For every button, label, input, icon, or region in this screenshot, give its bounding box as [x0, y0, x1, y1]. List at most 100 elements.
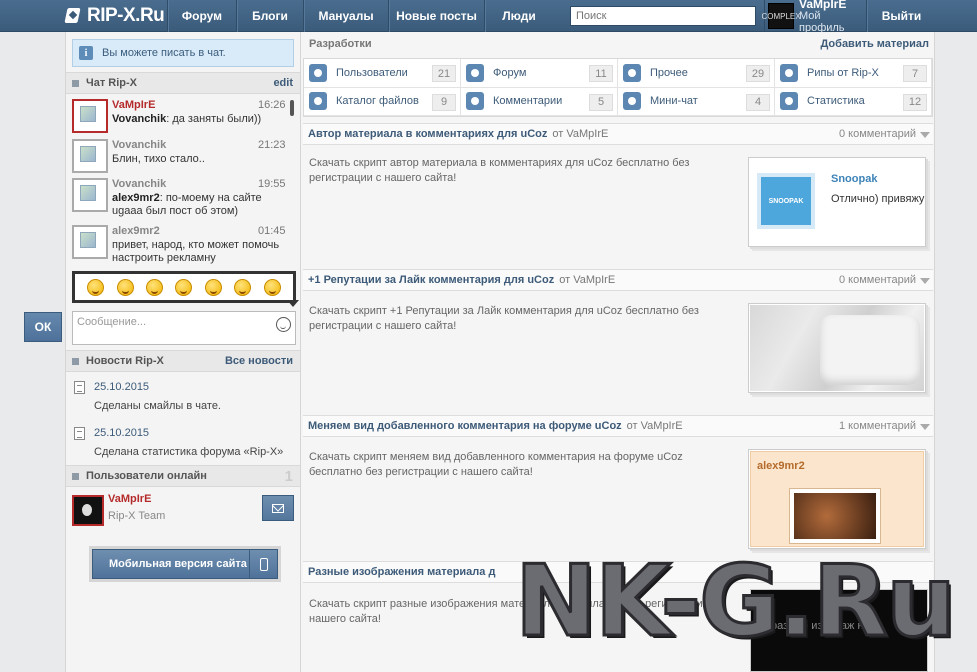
- main-nav: Форум Блоги Мануалы Новые посты Люди: [167, 0, 553, 32]
- category-users[interactable]: Пользователи 21: [304, 59, 461, 88]
- post-title[interactable]: Разные изображения материала д: [308, 566, 495, 578]
- category-minichat[interactable]: Мини-чат 4: [618, 87, 775, 116]
- smile-icon[interactable]: [263, 278, 281, 296]
- chevron-down-icon[interactable]: [920, 278, 930, 284]
- category-stats[interactable]: Статистика 12: [775, 87, 932, 116]
- top-bar: RIP-X.Ru Форум Блоги Мануалы Новые посты…: [0, 0, 977, 34]
- mobile-version-button[interactable]: Мобильная версия сайта: [92, 549, 278, 579]
- document-icon: [74, 381, 85, 394]
- notice-text: Вы можете писать в чат.: [102, 47, 226, 59]
- category-label: Рипы от Rip-X: [807, 66, 879, 79]
- preview-image: [789, 488, 881, 544]
- all-news-link[interactable]: Все новости: [225, 355, 293, 367]
- news-date[interactable]: 25.10.2015: [94, 427, 149, 439]
- nav-blogs[interactable]: Блоги: [236, 0, 303, 32]
- category-files[interactable]: Каталог файлов 9: [304, 87, 461, 116]
- category-count: 11: [589, 65, 613, 82]
- document-icon: [74, 427, 85, 440]
- gear-icon: [780, 63, 798, 82]
- avatar[interactable]: [72, 178, 108, 212]
- category-comments[interactable]: Комментарии 5: [461, 87, 618, 116]
- post-header: Автор материала в комментариях для uCoz …: [303, 123, 933, 145]
- add-material-link[interactable]: Добавить материал: [820, 38, 929, 50]
- category-label: Прочее: [650, 66, 688, 79]
- nav-new-posts[interactable]: Новые посты: [388, 0, 484, 32]
- chat-scrollbar[interactable]: [290, 100, 294, 116]
- category-rips[interactable]: Рипы от Rip-X 7: [775, 59, 932, 88]
- chat-message: Vovanchik 21:23 Блин, тихо стало..: [72, 139, 286, 179]
- post-title[interactable]: Меняем вид добавленного комментария на ф…: [308, 420, 622, 432]
- post-author: от VaMpIrE: [552, 128, 609, 140]
- post-body: Скачать скрипт меняем вид добавленного к…: [309, 451, 683, 478]
- nav-people[interactable]: Люди: [484, 0, 553, 32]
- chat-edit-link[interactable]: edit: [273, 77, 293, 89]
- post-comments[interactable]: 1 комментарий: [839, 420, 916, 432]
- online-header: Пользователи онлайн 1: [66, 465, 300, 487]
- snoopak-text: Отлично) привяжу: [831, 193, 925, 205]
- post-comments[interactable]: 0 комментарий: [839, 274, 916, 286]
- smile-icon[interactable]: [146, 278, 164, 296]
- mail-icon: [272, 503, 284, 513]
- news-item: 25.10.2015 Сделана статистика форума «Ri…: [72, 427, 292, 461]
- comments-icon: [466, 92, 484, 111]
- smile-icon[interactable]: [87, 278, 105, 296]
- chat-author[interactable]: Vovanchik: [112, 139, 166, 151]
- chevron-down-icon[interactable]: [920, 132, 930, 138]
- avatar[interactable]: [72, 99, 108, 133]
- smile-icon[interactable]: [116, 278, 134, 296]
- chat-text: Vovanchik: да заняты были)): [112, 113, 262, 125]
- category-label: Комментарии: [493, 95, 563, 108]
- chat-author[interactable]: Vovanchik: [112, 178, 166, 190]
- online-user-name[interactable]: VaMpIrE: [108, 493, 151, 505]
- send-message-button[interactable]: [262, 495, 294, 521]
- logo-text: RIP-X.Ru: [87, 5, 165, 26]
- avatar[interactable]: [72, 225, 108, 259]
- smiley-picker-icon[interactable]: [276, 317, 291, 332]
- chat-message-input[interactable]: Сообщение...: [72, 311, 296, 345]
- news-date[interactable]: 25.10.2015: [94, 381, 149, 393]
- ok-button[interactable]: ОК: [24, 312, 62, 342]
- site-logo[interactable]: RIP-X.Ru: [64, 4, 165, 28]
- category-grid: Пользователи 21 Форум 11 Прочее 29 Рипы от …: [303, 58, 933, 117]
- category-count: 29: [746, 65, 770, 82]
- category-forum[interactable]: Форум 11: [461, 59, 618, 88]
- square-icon: [72, 472, 79, 480]
- profile-name: VaMpIrE: [799, 0, 847, 11]
- chat-author[interactable]: VaMpIrE: [112, 99, 155, 111]
- smile-icon[interactable]: [234, 278, 252, 296]
- phone-icon-box: [249, 550, 277, 578]
- avatar[interactable]: [72, 139, 108, 173]
- post-thumbnail[interactable]: SNOOPAK Snoopak Отлично) привяжу: [748, 157, 926, 247]
- profile-link[interactable]: COMPLEX VaMpIrE Мой профиль: [761, 0, 867, 34]
- section-header: Разработки Добавить материал: [309, 38, 929, 50]
- post-comments[interactable]: 0 комментарий: [839, 128, 916, 140]
- chat-message: VaMpIrE 16:26 Vovanchik: да заняты были)…: [72, 99, 286, 139]
- smile-icon[interactable]: [175, 278, 193, 296]
- mobile-label: Мобильная версия сайта: [109, 558, 247, 570]
- nav-forum[interactable]: Форум: [167, 0, 236, 32]
- avatar: COMPLEX: [761, 3, 801, 29]
- news-header: Новости Rip-X Все новости: [66, 350, 300, 372]
- post-header: Меняем вид добавленного комментария на ф…: [303, 415, 933, 437]
- search-input[interactable]: [570, 6, 756, 26]
- chat-author[interactable]: alex9mr2: [112, 225, 160, 237]
- snoopak-name: Snoopak: [831, 173, 878, 185]
- logout-button[interactable]: Выйти: [866, 0, 936, 32]
- nav-manuals[interactable]: Мануалы: [303, 0, 388, 32]
- post-title[interactable]: +1 Репутации за Лайк комментария для uCo…: [308, 274, 554, 286]
- users-icon: [309, 63, 327, 82]
- misc-icon: [623, 63, 641, 82]
- chevron-down-icon[interactable]: [920, 424, 930, 430]
- comment-preview: alex9mr2: [750, 451, 924, 547]
- chat-header: Чат Rip-X edit: [66, 72, 300, 94]
- floppy-icon: [309, 92, 327, 111]
- category-misc[interactable]: Прочее 29: [618, 59, 775, 88]
- post-title[interactable]: Автор материала в комментариях для uCoz: [308, 128, 547, 140]
- profile-subtitle: Мой профиль: [799, 10, 845, 34]
- post-thumbnail[interactable]: [748, 303, 926, 393]
- post-thumbnail[interactable]: alex9mr2: [748, 449, 926, 549]
- chat-text: Блин, тихо стало..: [112, 153, 205, 165]
- smile-icon[interactable]: [204, 278, 222, 296]
- avatar[interactable]: [72, 495, 104, 526]
- category-label: Форум: [493, 66, 527, 79]
